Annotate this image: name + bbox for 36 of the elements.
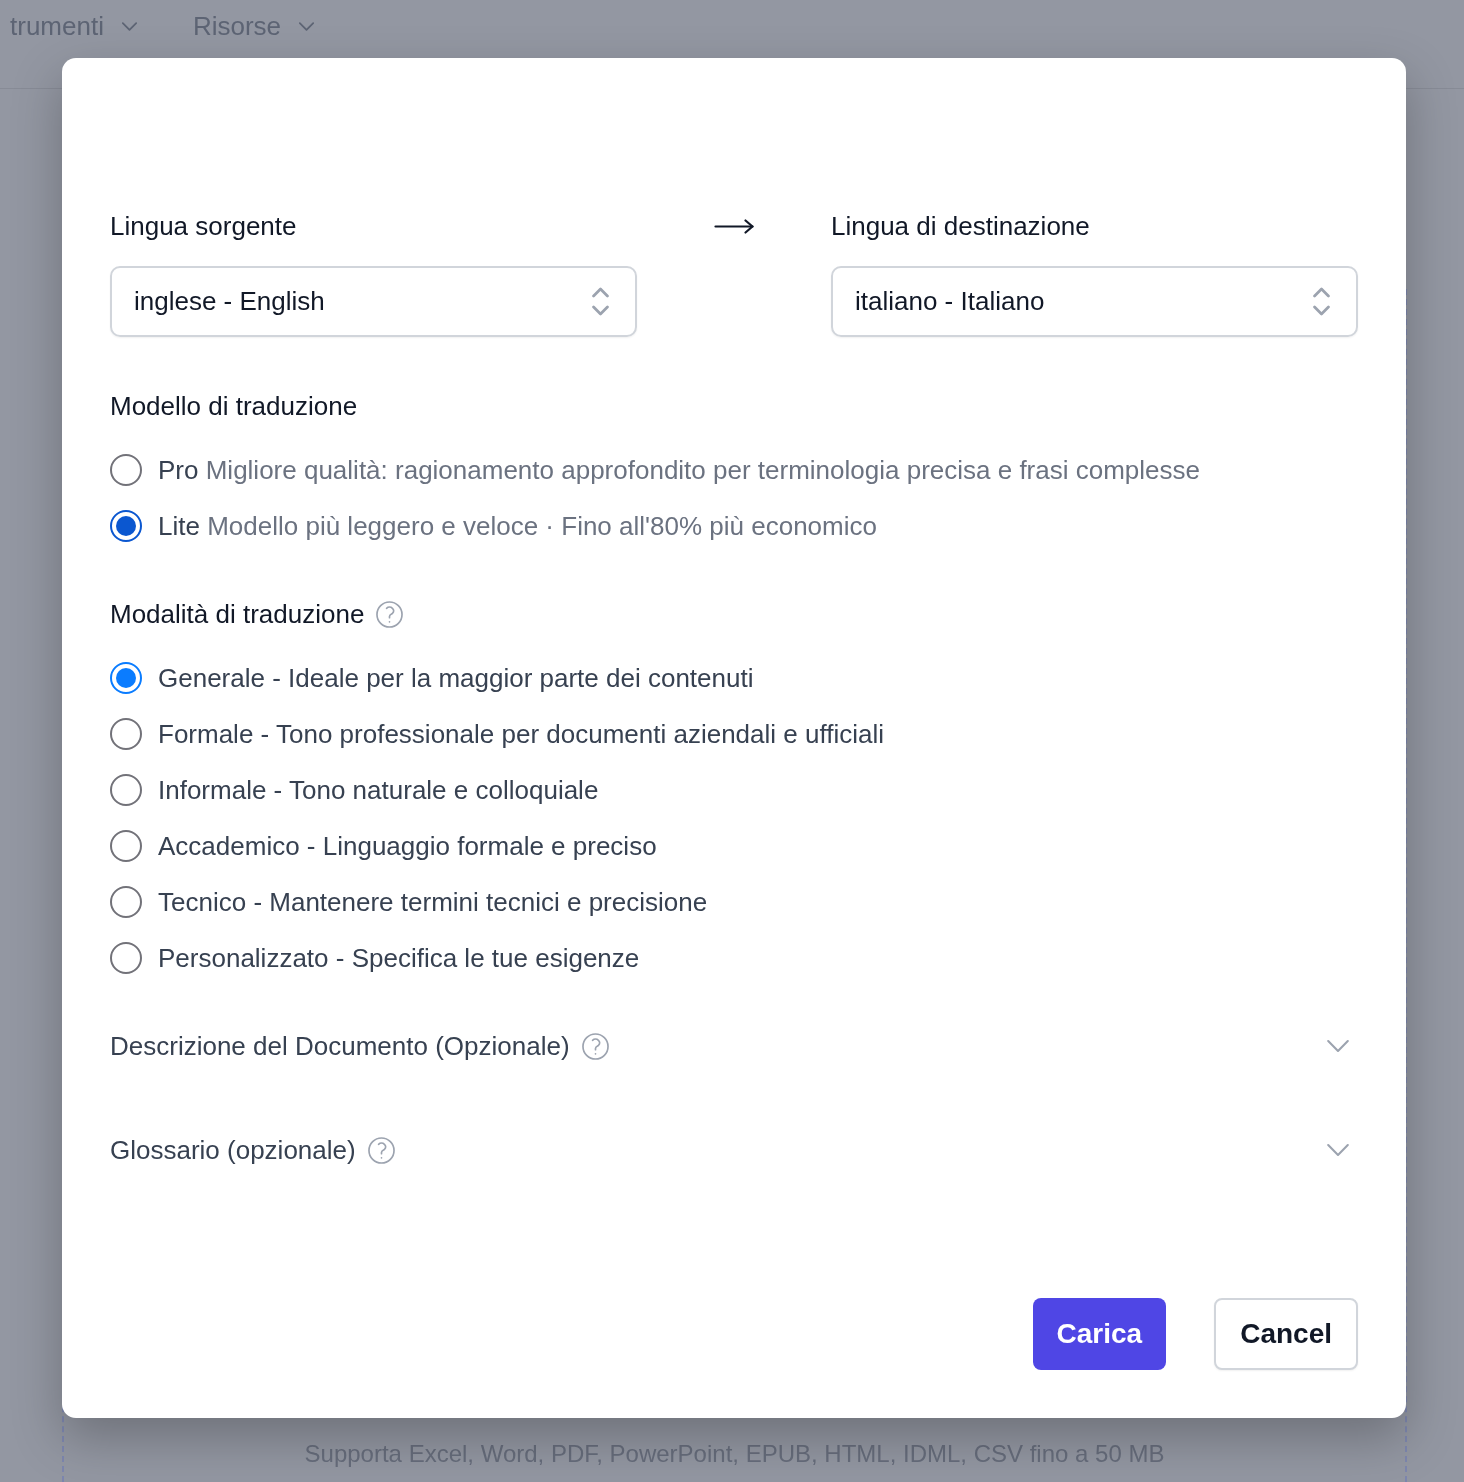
- help-icon[interactable]: [367, 1136, 395, 1164]
- help-icon[interactable]: [376, 600, 404, 628]
- section-heading: Modello di traduzione: [110, 390, 358, 422]
- section-heading: Modalità di traduzione: [110, 598, 365, 630]
- option-label[interactable]: Pro Migliore qualità: ragionamento approfondito per terminologia precisa e frasi complesse: [158, 453, 1200, 487]
- arrow-right-icon: [714, 219, 754, 234]
- radio-button[interactable]: [110, 718, 142, 750]
- chevron-down-icon: [121, 21, 137, 31]
- chevron-down-icon[interactable]: [1327, 1040, 1349, 1052]
- target-language-label: Lingua di destinazione: [831, 210, 1091, 242]
- option-label[interactable]: Formale - Tono professionale per documenti aziendali e ufficiali: [158, 717, 884, 751]
- help-icon[interactable]: [581, 1032, 609, 1060]
- option-label[interactable]: Tecnico - Mantenere termini tecnici e precisione: [158, 885, 708, 919]
- radio-button[interactable]: [110, 662, 142, 694]
- upload-button[interactable]: Carica: [1032, 1298, 1167, 1370]
- radio-button[interactable]: [110, 942, 142, 974]
- radio-button[interactable]: [110, 510, 142, 542]
- option-label[interactable]: Accademico - Linguaggio formale e preciso: [158, 829, 657, 863]
- option-label[interactable]: Lite Modello più leggero e veloce · Fino all'80% più economico: [158, 509, 877, 543]
- cancel-button[interactable]: Cancel: [1214, 1298, 1358, 1370]
- source-language-select[interactable]: inglese - English: [110, 266, 637, 337]
- option-label[interactable]: Personalizzato - Specifica le tue esigenze: [158, 941, 640, 975]
- radio-button[interactable]: [110, 830, 142, 862]
- option-label[interactable]: Informale - Tono naturale e colloquiale: [158, 773, 599, 807]
- chevron-up-down-icon: [1313, 287, 1330, 316]
- chevron-up-down-icon: [592, 287, 609, 316]
- radio-button[interactable]: [110, 774, 142, 806]
- collapsible-title[interactable]: Descrizione del Documento (Opzionale): [110, 1030, 570, 1062]
- option-label[interactable]: Generale - Ideale per la maggior parte dei contenuti: [158, 661, 754, 695]
- radio-button[interactable]: [110, 886, 142, 918]
- chevron-down-icon: [299, 21, 315, 31]
- collapsible-title[interactable]: Glossario (opzionale): [110, 1134, 356, 1166]
- target-language-select[interactable]: italiano - Italiano: [831, 266, 1358, 337]
- radio-button[interactable]: [110, 454, 142, 486]
- chevron-down-icon[interactable]: [1327, 1144, 1349, 1156]
- source-language-label: Lingua sorgente: [110, 210, 298, 242]
